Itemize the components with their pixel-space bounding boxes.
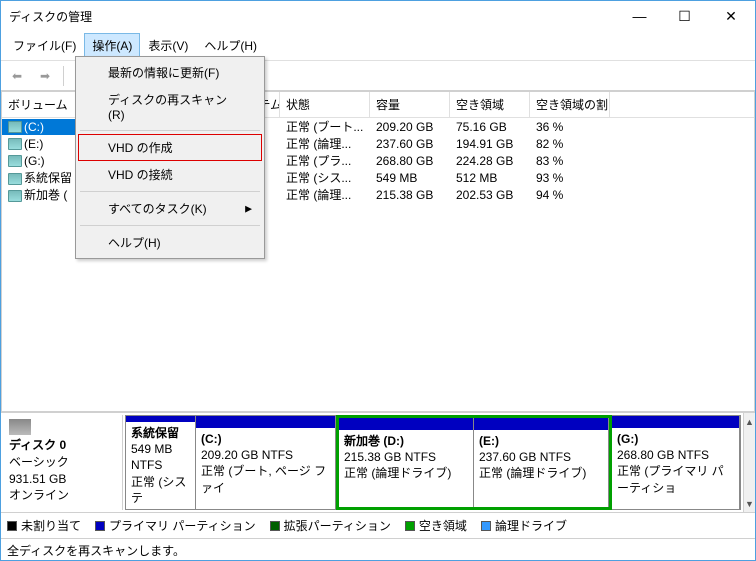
menu-all-tasks[interactable]: すべてのタスク(K) ▶ — [78, 195, 262, 222]
menu-file[interactable]: ファイル(F) — [5, 33, 84, 58]
partition-color-bar — [339, 418, 473, 430]
menu-create-vhd[interactable]: VHD の作成 — [78, 134, 262, 161]
partition-color-bar — [126, 416, 195, 422]
menu-divider — [80, 191, 260, 192]
arrow-left-icon: ⬅ — [12, 69, 22, 83]
volume-icon — [8, 173, 22, 185]
titlebar[interactable]: ディスクの管理 — ☐ ✕ — [1, 1, 755, 31]
volume-icon — [8, 190, 22, 202]
disk-name: ディスク 0 — [9, 437, 116, 454]
partition[interactable]: 系統保留549 MB NTFS正常 (システ — [126, 416, 196, 509]
window-controls: — ☐ ✕ — [617, 1, 755, 31]
partition-status: 正常 (論理ドライブ) — [344, 465, 468, 481]
back-button[interactable]: ⬅ — [5, 65, 29, 87]
partition-status: 正常 (論理ドライブ) — [479, 465, 603, 481]
partition-color-bar — [612, 416, 739, 428]
menu-divider — [80, 225, 260, 226]
scroll-up-icon[interactable]: ▲ — [744, 413, 755, 430]
volume-icon — [8, 138, 22, 150]
volume-icon — [8, 121, 22, 133]
partition-size: 215.38 GB NTFS — [344, 449, 468, 465]
partition-color-bar — [196, 416, 335, 428]
partition-size: 549 MB NTFS — [131, 441, 190, 473]
partition-title: (G:) — [617, 431, 734, 447]
legend: 未割り当て プライマリ パーティション 拡張パーティション 空き領域 論理ドライ… — [1, 512, 755, 538]
partition[interactable]: (G:)268.80 GB NTFS正常 (プライマリ パーティショ — [612, 416, 740, 509]
forward-button[interactable]: ➡ — [33, 65, 57, 87]
statusbar: 全ディスクを再スキャンします。 — [1, 538, 755, 560]
disk-icon — [9, 419, 31, 435]
legend-unallocated: 未割り当て — [7, 517, 81, 534]
partition[interactable]: 新加巻 (D:)215.38 GB NTFS正常 (論理ドライブ) — [339, 418, 474, 507]
close-button[interactable]: ✕ — [707, 1, 755, 31]
legend-logical: 論理ドライブ — [481, 517, 567, 534]
col-status[interactable]: 状態 — [280, 92, 370, 117]
partition-map: 系統保留549 MB NTFS正常 (システ(C:)209.20 GB NTFS… — [125, 415, 741, 510]
legend-primary: プライマリ パーティション — [95, 517, 256, 534]
partition[interactable]: (C:)209.20 GB NTFS正常 (ブート, ページ ファイ — [196, 416, 336, 509]
disk-size: 931.51 GB — [9, 471, 116, 488]
vertical-scrollbar[interactable]: ▲ ▼ — [743, 413, 755, 512]
legend-extended: 拡張パーティション — [270, 517, 391, 534]
partition-title: (C:) — [201, 431, 330, 447]
menu-divider — [80, 130, 260, 131]
volume-icon — [8, 155, 22, 167]
disk-info[interactable]: ディスク 0 ベーシック 931.51 GB オンライン — [3, 415, 123, 510]
disk-graphic-pane: ディスク 0 ベーシック 931.51 GB オンライン 系統保留549 MB … — [1, 412, 755, 512]
disk-management-window: ディスクの管理 — ☐ ✕ ファイル(F) 操作(A) 表示(V) ヘルプ(H)… — [0, 0, 756, 561]
disk-type: ベーシック — [9, 454, 116, 471]
col-capacity[interactable]: 容量 — [370, 92, 450, 117]
partition-status: 正常 (システ — [131, 474, 190, 506]
arrow-right-icon: ➡ — [40, 69, 50, 83]
partition-size: 237.60 GB NTFS — [479, 449, 603, 465]
partition-size: 268.80 GB NTFS — [617, 447, 734, 463]
toolbar-separator — [63, 66, 64, 86]
partition-title: 新加巻 (D:) — [344, 433, 468, 449]
action-menu-dropdown: 最新の情報に更新(F) ディスクの再スキャン(R) VHD の作成 VHD の接… — [75, 56, 265, 259]
partition[interactable]: (E:)237.60 GB NTFS正常 (論理ドライブ) — [474, 418, 609, 507]
maximize-button[interactable]: ☐ — [662, 1, 707, 31]
partition-size: 209.20 GB NTFS — [201, 447, 330, 463]
chevron-right-icon: ▶ — [245, 203, 252, 214]
partition-status: 正常 (プライマリ パーティショ — [617, 463, 734, 495]
col-freepct[interactable]: 空き領域の割... — [530, 92, 610, 117]
minimize-button[interactable]: — — [617, 1, 662, 31]
partition-title: (E:) — [479, 433, 603, 449]
menu-attach-vhd[interactable]: VHD の接続 — [78, 161, 262, 188]
menu-action[interactable]: 操作(A) — [84, 33, 140, 58]
partition-title: 系統保留 — [131, 425, 190, 441]
menu-refresh[interactable]: 最新の情報に更新(F) — [78, 59, 262, 86]
partition-color-bar — [474, 418, 608, 430]
menu-rescan[interactable]: ディスクの再スキャン(R) — [78, 86, 262, 127]
col-free[interactable]: 空き領域 — [450, 92, 530, 117]
partition-status: 正常 (ブート, ページ ファイ — [201, 463, 330, 495]
menu-help-item[interactable]: ヘルプ(H) — [78, 229, 262, 256]
legend-free: 空き領域 — [405, 517, 467, 534]
disk-state: オンライン — [9, 487, 116, 504]
status-text: 全ディスクを再スキャンします。 — [7, 544, 185, 558]
menu-help[interactable]: ヘルプ(H) — [196, 33, 265, 58]
window-title: ディスクの管理 — [9, 8, 617, 25]
menu-view[interactable]: 表示(V) — [140, 33, 196, 58]
scroll-down-icon[interactable]: ▼ — [744, 495, 755, 512]
